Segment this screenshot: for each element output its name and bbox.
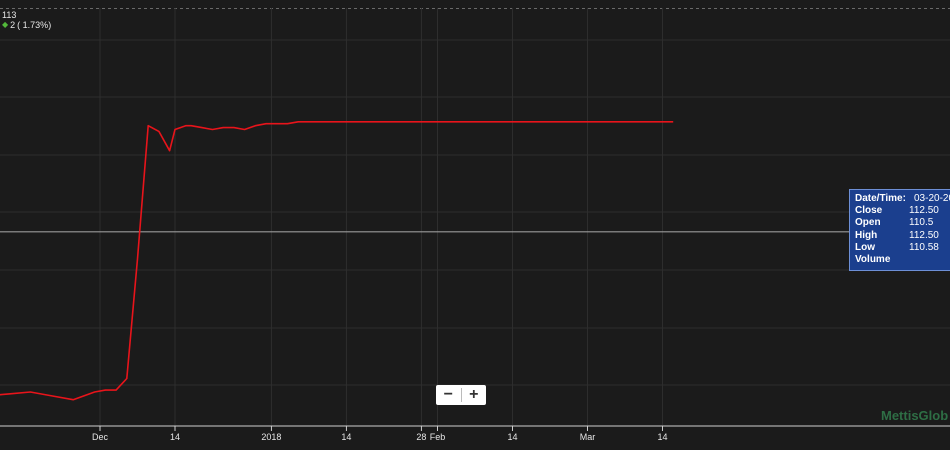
x-axis: Dec 14 2018 14 28 Feb 14 Mar 14: [0, 425, 950, 442]
tooltip-row-datetime: Date/Time: 03-20-201: [855, 193, 950, 205]
tooltip-row-volume: Volume: [855, 254, 950, 266]
tooltip-value: 112.50: [909, 205, 939, 217]
tooltip-row-high: High 112.50: [855, 230, 950, 242]
tooltip-label: Close: [855, 205, 883, 217]
tooltip-label: High: [855, 229, 878, 241]
zoom-in-button[interactable]: +: [462, 385, 487, 405]
last-price: 113: [2, 10, 17, 20]
price-change: ◆ 2 ( 1.73%): [2, 20, 51, 30]
x-tick-label: 2018: [261, 432, 281, 442]
tooltip-value: 110.5: [909, 217, 934, 229]
zoom-controls: − +: [436, 385, 486, 405]
tooltip-row-low: Low 110.58: [855, 242, 950, 254]
x-tick-label: Feb: [430, 432, 446, 442]
tooltip-label: Volume: [855, 253, 891, 265]
x-tick-label: 14: [507, 432, 517, 442]
tooltip-row-close: Close 112.50: [855, 205, 950, 217]
price-chart[interactable]: Dec 14 2018 14 28 Feb 14 Mar 14: [0, 0, 950, 450]
tooltip-value: 112.50: [909, 229, 939, 241]
tooltip-label: Low: [855, 241, 875, 253]
x-tick-label: 14: [341, 432, 351, 442]
tooltip-value: 110.58: [909, 241, 939, 253]
tooltip-label: Open: [855, 217, 881, 229]
x-tick-label: Mar: [580, 432, 596, 442]
x-tick-label: 14: [170, 432, 180, 442]
watermark-logo: MettisGlob: [881, 408, 949, 423]
up-triangle-icon: ◆: [2, 20, 9, 29]
price-line: [0, 121, 674, 401]
series-layer: [0, 121, 674, 401]
chart-area[interactable]: Dec 14 2018 14 28 Feb 14 Mar 14 113 ◆ 2 ( 1.73%)…: [0, 0, 950, 450]
x-tick-label: 28: [416, 432, 426, 442]
data-tooltip: Date/Time: 03-20-201 Close 112.50 Open 1…: [849, 189, 950, 271]
x-tick-label: 14: [657, 432, 667, 442]
tooltip-label: Date/Time:: [855, 193, 906, 204]
change-absolute: 2: [10, 20, 16, 30]
zoom-out-button[interactable]: −: [436, 385, 461, 405]
change-percent: ( 1.73%): [17, 20, 52, 30]
grid: [0, 8, 950, 426]
tooltip-value: 03-20-201: [914, 193, 950, 204]
tooltip-row-open: Open 110.5: [855, 217, 950, 229]
x-tick-label: Dec: [92, 432, 109, 442]
